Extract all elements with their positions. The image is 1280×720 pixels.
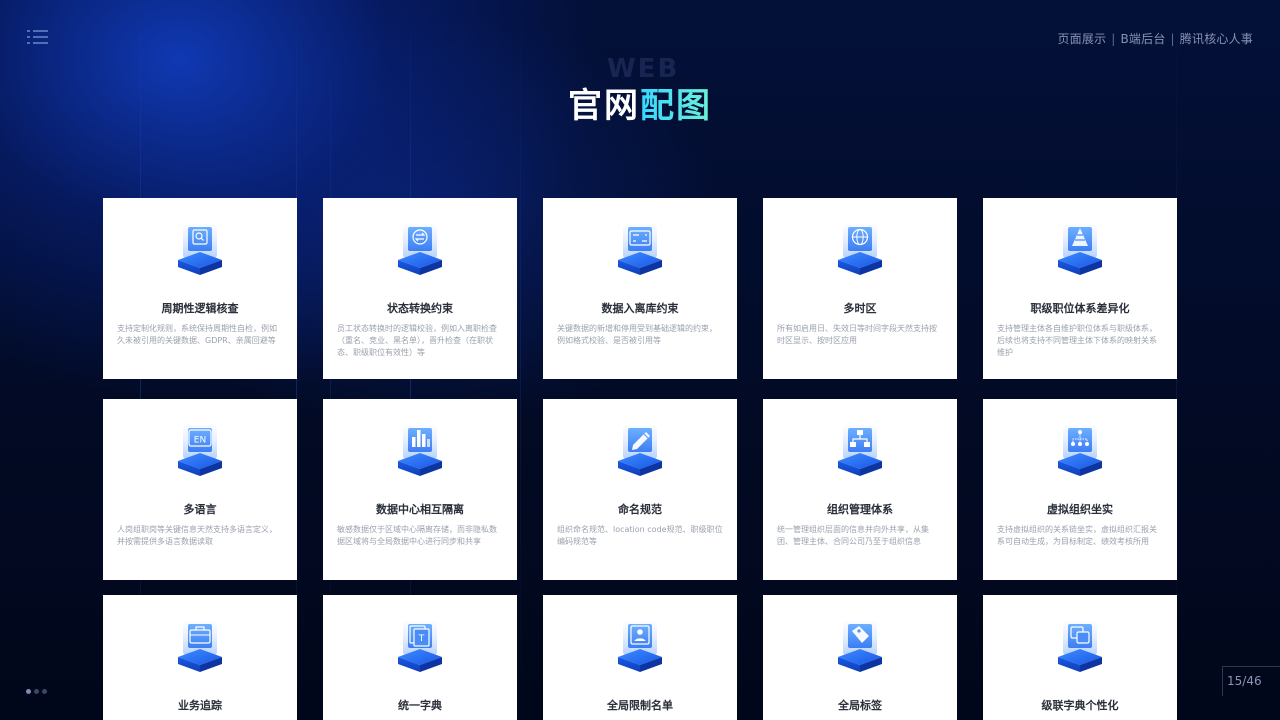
page-title-accent: 配图 [640,86,712,126]
card-description: 员工状态转换时的逻辑校验，例如入离职检查（重名、竞业、黑名单），晋升检查（在职状… [337,324,497,357]
card-description: 人岗组职岗等关键信息天然支持多语言定义，并按需提供多语言数据读取 [117,525,277,546]
page-counter: 15/46 [1222,666,1280,696]
pencil-icon [615,423,665,481]
dictionary-icon: T [395,619,445,677]
tag-icon [835,619,885,677]
card-title: 职级职位体系差异化 [1030,302,1130,315]
card-title: 数据中心相互隔离 [376,503,464,516]
network-icon [1055,423,1105,481]
card-description: 组织命名规范、location code规范、职级职位编码规范等 [557,525,723,546]
transfer-icon [395,222,445,280]
card-title: 级联字典个性化 [1041,699,1119,712]
card-description: 敏感数据仅于区域中心隔离存储，而非隐私数据区域将与全局数据中心进行同步和共享 [337,525,497,546]
feature-card[interactable]: T 统一字典 [323,595,517,720]
feature-card[interactable]: 命名规范组织命名规范、location code规范、职级职位编码规范等 [543,399,737,580]
card-title: 多时区 [843,302,877,315]
contact-card-icon [615,619,665,677]
feature-card[interactable]: 数据入离库约束关键数据的新增和停用受到基础逻辑的约束，例如格式校验、是否被引用等 [543,198,737,379]
svg-text:T: T [418,634,425,644]
feature-card[interactable]: 业务追踪 [103,595,297,720]
card-description: 统一管理组织层面的信息并向外共享，从集团、管理主体、合同公司乃至于组织信息 [777,525,929,546]
feature-card[interactable]: EN 多语言人岗组职岗等关键信息天然支持多语言定义，并按需提供多语言数据读取 [103,399,297,580]
slide-dots[interactable] [26,679,50,698]
feature-card[interactable]: 级联字典个性化 [983,595,1177,720]
card-title: 虚拟组织坐实 [1047,503,1113,516]
card-description: 支持定制化规则，系统保持周期性自检，例如久未被引用的关键数据、GDPR、亲属回避… [117,324,277,345]
search-icon [175,222,225,280]
card-title: 全局限制名单 [607,699,673,712]
database-io-icon [615,222,665,280]
card-description: 所有如启用日、失效日等时间字段天然支持按时区显示、按时区应用 [777,324,937,345]
card-title: 数据入离库约束 [601,302,679,315]
breadcrumb: 页面展示 | B端后台 | 腾讯核心人事 [1057,32,1253,46]
cascade-icon [1055,619,1105,677]
menu-icon[interactable] [27,29,48,45]
feature-card[interactable]: 全局标签 [763,595,957,720]
breadcrumb-item[interactable]: 页面展示 [1057,32,1106,46]
feature-card[interactable]: 组织管理体系统一管理组织层面的信息并向外共享，从集团、管理主体、合同公司乃至于组… [763,399,957,580]
feature-card[interactable]: 多时区所有如启用日、失效日等时间字段天然支持按时区显示、按时区应用 [763,198,957,379]
bar-chart-icon [395,423,445,481]
svg-text:EN: EN [194,436,206,446]
page-title-main: 官网 [568,86,640,126]
feature-card[interactable]: 职级职位体系差异化支持管理主体各自维护职位体系与职级体系，后续也将支持不同管理主… [983,198,1177,379]
card-title: 命名规范 [618,503,662,516]
breadcrumb-item[interactable]: B端后台 [1121,32,1166,46]
feature-card[interactable]: 虚拟组织坐实支持虚拟组织的关系链坐实，虚拟组织汇报关系可自动生成，为目标制定、绩… [983,399,1177,580]
globe-icon [835,222,885,280]
card-title: 业务追踪 [178,699,222,712]
pyramid-icon [1055,222,1105,280]
page-title-block: WEB 官网配图 [0,54,1280,128]
feature-card[interactable]: 状态转换约束员工状态转换时的逻辑校验，例如入离职检查（重名、竞业、黑名单），晋升… [323,198,517,379]
briefcase-icon [175,619,225,677]
org-tree-icon [835,423,885,481]
page-title: 官网配图 [0,78,1280,127]
card-title: 组织管理体系 [827,503,893,516]
card-title: 统一字典 [398,699,442,712]
card-description: 支持管理主体各自维护职位体系与职级体系，后续也将支持不同管理主体下体系的映射关系… [997,324,1157,357]
language-en-icon: EN [175,423,225,481]
feature-card[interactable]: 周期性逻辑核查支持定制化规则，系统保持周期性自检，例如久未被引用的关键数据、GD… [103,198,297,379]
card-description: 关键数据的新增和停用受到基础逻辑的约束，例如格式校验、是否被引用等 [557,324,717,345]
card-description: 支持虚拟组织的关系链坐实，虚拟组织汇报关系可自动生成，为目标制定、绩效考核所用 [997,525,1157,546]
breadcrumb-item[interactable]: 腾讯核心人事 [1180,32,1253,46]
feature-card[interactable]: 全局限制名单 [543,595,737,720]
card-title: 周期性逻辑核查 [161,302,239,315]
feature-card[interactable]: 数据中心相互隔离敏感数据仅于区域中心隔离存储，而非隐私数据区域将与全局数据中心进… [323,399,517,580]
card-title: 状态转换约束 [387,302,453,315]
card-title: 全局标签 [838,699,882,712]
card-title: 多语言 [183,503,217,516]
